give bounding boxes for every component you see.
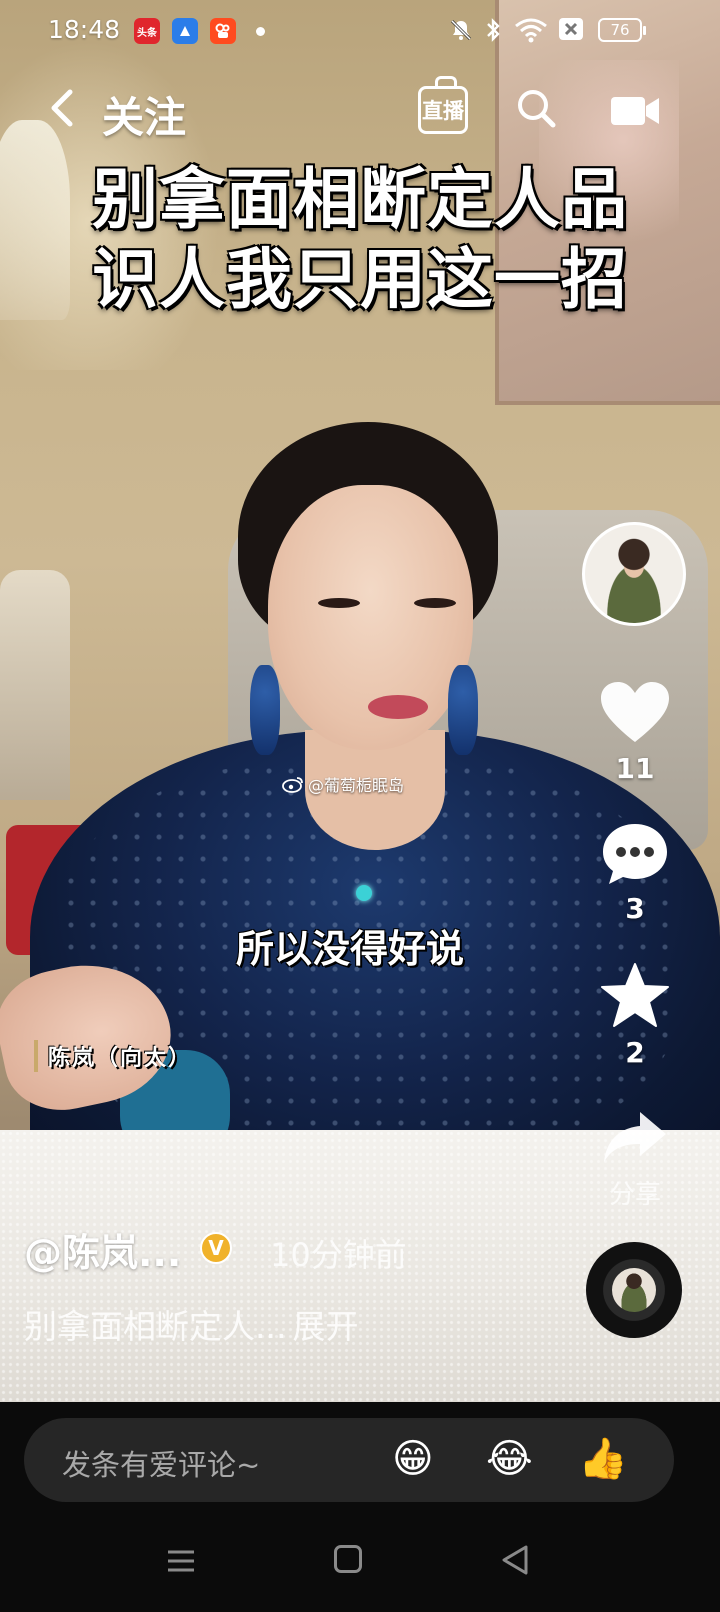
blue-app-icon <box>172 18 198 44</box>
music-disc[interactable] <box>586 1242 682 1338</box>
like-count: 11 <box>615 752 655 785</box>
shelf-decor <box>0 570 70 800</box>
author-avatar[interactable] <box>582 522 686 626</box>
toutiao-app-icon: 头条 <box>134 18 160 44</box>
no-sim-icon <box>559 18 583 40</box>
status-bar: 18:48 头条 76 <box>0 0 720 62</box>
kuaishou-app-icon <box>210 18 236 44</box>
share-button[interactable]: 分享 <box>598 1108 672 1211</box>
notification-dot <box>256 27 265 36</box>
share-label: 分享 <box>608 1180 661 1210</box>
grin-emoji-button[interactable]: 😁 <box>392 1434 434 1484</box>
expand-link[interactable]: 展开 <box>292 1307 358 1346</box>
lips <box>368 695 428 719</box>
weibo-watermark: @葡萄栀眠岛 <box>282 772 404 796</box>
camera-icon[interactable] <box>610 94 660 128</box>
post-caption[interactable]: 别拿面相断定人... 展开 <box>24 1300 358 1348</box>
left-eye <box>318 598 360 608</box>
comment-count: 3 <box>625 892 645 925</box>
live-label: 直播 <box>422 99 464 123</box>
speaker-name-tag: 陈岚（向太） <box>34 1040 192 1072</box>
weibo-icon <box>282 777 303 793</box>
music-cover <box>612 1268 656 1312</box>
caption-text: 别拿面相断定人... <box>24 1307 287 1346</box>
battery-level: 76 <box>610 21 630 39</box>
comment-button[interactable]: 3 <box>598 822 672 925</box>
chevron-left-icon[interactable] <box>44 86 80 130</box>
search-icon[interactable] <box>516 88 556 128</box>
post-time: 10分钟前 <box>270 1236 407 1274</box>
right-earring <box>448 665 478 755</box>
watermark-text: @葡萄栀眠岛 <box>308 776 405 795</box>
right-eye <box>414 598 456 608</box>
home-icon[interactable] <box>334 1545 362 1573</box>
comment-input[interactable]: 发条有爱评论~ <box>62 1442 260 1484</box>
live-button[interactable]: 直播 <box>418 86 468 134</box>
heart-icon <box>601 682 669 742</box>
favorite-button[interactable]: 2 <box>598 962 672 1069</box>
thumbs-up-emoji-button[interactable]: 👍 <box>578 1434 628 1484</box>
battery-indicator: 76 <box>598 18 646 42</box>
title-line-1: 别拿面相断定人品 <box>92 161 628 238</box>
like-button[interactable]: 11 <box>598 680 672 785</box>
favorite-count: 2 <box>625 1036 645 1069</box>
mute-bell-icon <box>450 19 472 41</box>
back-triangle-icon[interactable] <box>500 1544 530 1576</box>
title-line-2: 识人我只用这一招 <box>92 241 628 318</box>
clock: 18:48 <box>48 15 121 44</box>
wifi-icon <box>515 18 547 43</box>
left-earring <box>250 665 280 755</box>
share-arrow-icon <box>604 1112 666 1162</box>
recent-apps-icon[interactable] <box>166 1548 196 1574</box>
bluetooth-icon <box>487 18 500 42</box>
author-name[interactable]: @陈岚... <box>24 1222 181 1277</box>
video-subtitle: 所以没得好说 <box>235 927 464 971</box>
toutiao-label: 头条 <box>137 27 157 39</box>
video-title-overlay: 别拿面相断定人品 识人我只用这一招 <box>40 160 680 320</box>
star-icon <box>601 963 669 1027</box>
verified-badge: V <box>200 1232 232 1264</box>
comment-bubble-icon <box>603 824 667 884</box>
tab-following[interactable]: 关注 <box>102 84 186 145</box>
laugh-cry-emoji-button[interactable]: 😂 <box>486 1434 533 1484</box>
necklace-pendant <box>356 885 372 901</box>
